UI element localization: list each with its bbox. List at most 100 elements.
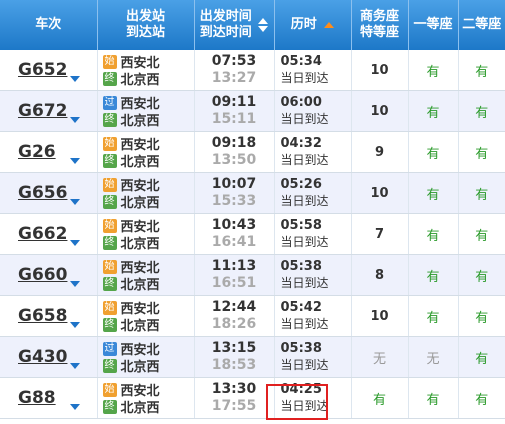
arrive-time: 15:11 [211,111,257,127]
to-badge-icon: 终 [102,235,117,250]
train-number-link[interactable]: G672 [18,101,67,121]
business-seat: 9 [351,131,409,173]
table-row: G652 始西安北终北京西 07:53 13:27 05:34 当日到达 10 有有 [0,50,505,91]
arrival-note: 当日到达 [280,153,329,167]
expand-arrow-icon[interactable] [70,240,80,246]
col-duration-sort[interactable]: 历时 [274,0,352,50]
times-cell: 10:43 16:41 [194,213,275,255]
train-number-link[interactable]: G660 [18,265,67,285]
from-station: 过西安北 [98,94,194,112]
from-station: 始西安北 [98,217,194,235]
to-badge-icon: 终 [102,317,117,332]
train-number-link[interactable]: G652 [18,60,67,80]
train-results: 车次 出发站 到达站 出发时间 到达时间 历时 商务座 特等座 一等座 二等座 … [0,0,505,424]
depart-time: 13:30 [211,381,257,397]
duration: 05:38 [280,341,322,356]
to-badge-icon: 终 [102,358,117,373]
expand-arrow-icon[interactable] [70,281,80,287]
from-badge-icon: 过 [102,95,117,110]
business-seat: 10 [351,90,409,132]
business-seat: 无 [351,336,409,378]
to-station-name[interactable]: 北京西 [121,69,160,88]
duration: 05:42 [280,300,322,315]
col-train: 车次 [0,0,98,50]
train-number-link[interactable]: G26 [18,142,56,162]
expand-arrow-icon[interactable] [70,363,80,369]
duration: 05:58 [280,218,322,233]
expand-arrow-icon[interactable] [70,158,80,164]
stations-cell: 始西安北终北京西 [97,254,195,296]
to-badge-icon: 终 [102,399,117,414]
expand-arrow-icon[interactable] [70,76,80,82]
depart-time: 07:53 [211,53,257,69]
depart-time: 11:13 [211,258,257,274]
expand-arrow-icon[interactable] [70,404,80,410]
second-class-seat: 有 [458,377,505,419]
duration-cell: 04:32 当日到达 [274,131,352,173]
sort-up-icon[interactable] [258,18,269,24]
col-times-line1: 出发时间 [199,9,252,24]
to-station: 终北京西 [98,233,194,252]
table-row: G656 始西安北终北京西 10:07 15:33 05:26 当日到达 10 有有 [0,172,505,214]
from-badge-icon: 始 [102,259,117,274]
to-station-name[interactable]: 北京西 [121,397,160,416]
to-station: 终北京西 [98,151,194,170]
second-class-seat: 有 [458,295,505,337]
train-number-link[interactable]: G662 [18,224,67,244]
depart-time: 09:11 [211,94,257,110]
depart-time: 13:15 [211,340,257,356]
depart-time: 10:43 [211,217,257,233]
table-row: G662 始西安北终北京西 10:43 16:41 05:58 当日到达 7 有有 [0,213,505,255]
train-table: 车次 出发站 到达站 出发时间 到达时间 历时 商务座 特等座 一等座 二等座 … [0,0,505,419]
second-class-seat: 有 [458,172,505,214]
business-seat: 7 [351,213,409,255]
col-times-sort[interactable]: 出发时间 到达时间 [194,0,275,50]
arrive-time: 13:27 [211,70,257,86]
duration-cell: 05:26 当日到达 [274,172,352,214]
expand-arrow-icon[interactable] [70,322,80,328]
to-station-name[interactable]: 北京西 [121,274,160,293]
second-class-seat: 有 [458,336,505,378]
first-class-seat: 有 [408,295,459,337]
depart-time: 12:44 [211,299,257,315]
expand-arrow-icon[interactable] [70,199,80,205]
to-station-name[interactable]: 北京西 [121,151,160,170]
col-stations-line2: 到达站 [125,25,165,40]
second-class-seat: 有 [458,213,505,255]
from-badge-icon: 始 [102,300,117,315]
train-number-link[interactable]: G88 [18,388,56,408]
arrival-note: 当日到达 [280,235,329,249]
times-cell: 07:53 13:27 [194,50,275,91]
stations-cell: 始西安北终北京西 [97,377,195,419]
col-stations: 出发站 到达站 [97,0,195,50]
to-badge-icon: 终 [102,71,117,86]
to-badge-icon: 终 [102,276,117,291]
arrive-time: 13:50 [211,152,257,168]
train-cell: G656 [0,172,98,214]
times-cell: 09:11 15:11 [194,90,275,132]
train-cell: G88 [0,377,98,419]
to-station-name[interactable]: 北京西 [121,192,160,211]
second-class-seat: 有 [458,254,505,296]
col-second-class: 二等座 [458,0,505,50]
train-number-link[interactable]: G430 [18,347,67,367]
sort-down-icon[interactable] [258,26,269,32]
second-class-seat: 有 [458,90,505,132]
to-station-name[interactable]: 北京西 [121,315,160,334]
times-cell: 10:07 15:33 [194,172,275,214]
col-business-line2: 特等座 [359,25,399,40]
train-number-link[interactable]: G658 [18,306,67,326]
second-class-seat: 有 [458,50,505,91]
expand-arrow-icon[interactable] [70,117,80,123]
times-cell: 09:18 13:50 [194,131,275,173]
to-station-name[interactable]: 北京西 [121,356,160,375]
to-station-name[interactable]: 北京西 [121,110,160,129]
from-badge-icon: 始 [102,54,117,69]
from-badge-icon: 始 [102,218,117,233]
train-number-link[interactable]: G656 [18,183,67,203]
times-cell: 13:15 18:53 [194,336,275,378]
business-seat: 10 [351,50,409,91]
to-station-name[interactable]: 北京西 [121,233,160,252]
train-cell: G652 [0,50,98,91]
stations-cell: 始西安北终北京西 [97,172,195,214]
